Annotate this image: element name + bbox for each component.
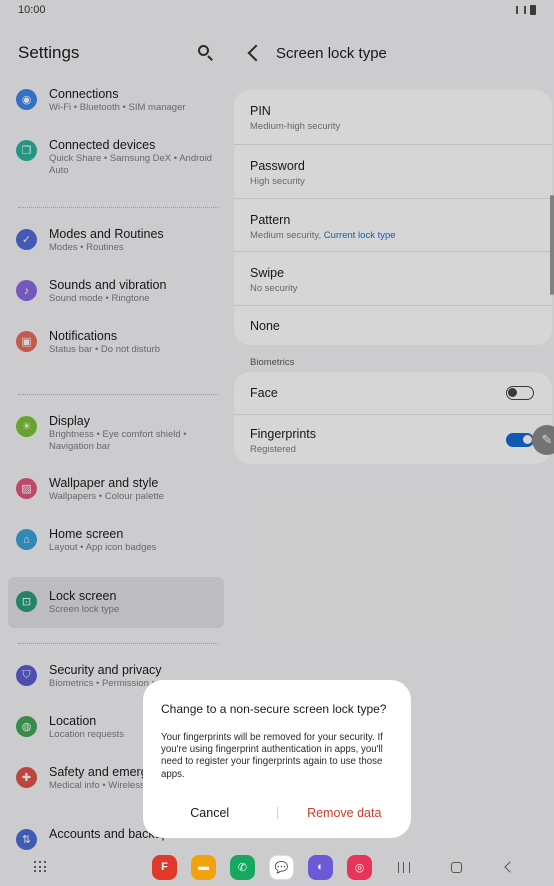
dialog-actions: Cancel Remove data — [143, 806, 411, 820]
apps-grid-icon[interactable] — [34, 861, 48, 873]
home-button-icon[interactable] — [451, 861, 462, 873]
app-dock: F ▬ ✆ 💬 ◐ ◎ — [152, 854, 372, 880]
my-files-app-icon[interactable]: ▬ — [191, 854, 216, 880]
dialog-title: Change to a non-secure screen lock type? — [161, 702, 387, 716]
recents-icon[interactable] — [398, 861, 410, 873]
phone-app-icon[interactable]: ✆ — [230, 854, 255, 880]
dialog-message: Your fingerprints will be removed for yo… — [161, 732, 383, 780]
remove-data-button[interactable]: Remove data — [278, 806, 412, 820]
cancel-button[interactable]: Cancel — [143, 806, 277, 820]
camera-app-icon[interactable]: ◎ — [347, 854, 372, 880]
nav-back-icon[interactable] — [504, 861, 516, 873]
flipboard-app-icon[interactable]: F — [152, 854, 177, 880]
internet-app-icon[interactable]: ◐ — [308, 854, 333, 880]
navigation-bar: F ▬ ✆ 💬 ◐ ◎ — [0, 848, 554, 886]
messages-app-icon[interactable]: 💬 — [269, 854, 294, 880]
confirm-dialog: Change to a non-secure screen lock type?… — [143, 680, 411, 838]
